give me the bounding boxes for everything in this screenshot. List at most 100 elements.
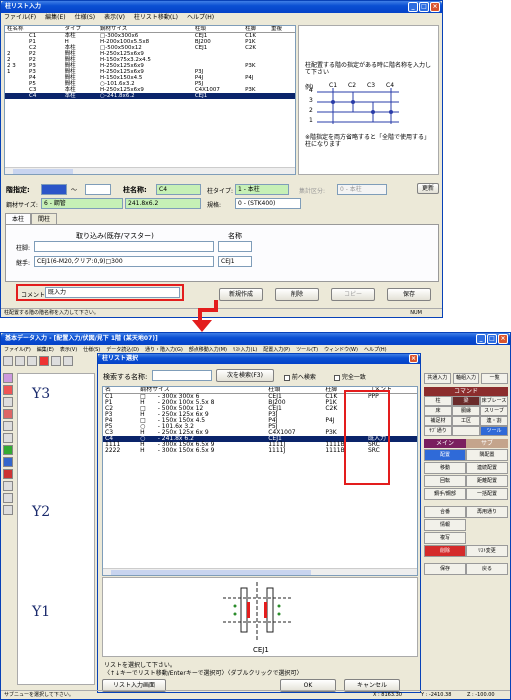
main-command[interactable]: 回転 xyxy=(424,475,466,487)
panel-button[interactable]: 軸組入力 xyxy=(452,373,480,384)
exact-match-checkbox[interactable]: 完全一致 xyxy=(334,372,366,381)
extra-command[interactable]: 削除 xyxy=(424,545,466,557)
column-marker: C3 xyxy=(367,82,376,89)
column-name-field[interactable]: C4 xyxy=(156,184,201,195)
table-row[interactable]: C4 本柱 ○-241.8x6.2 CEJ1 xyxy=(5,93,295,99)
command-button[interactable]: 補足材 xyxy=(424,416,452,426)
joint-select[interactable]: CEJ1(6-M20,クリア:0,9)□300 xyxy=(34,256,214,267)
tab[interactable]: 間柱 xyxy=(31,213,58,224)
extra-command[interactable]: 戻る xyxy=(466,563,508,575)
tool-icon[interactable] xyxy=(3,457,13,467)
right-command-panel: 共通入力 軸組入力 一覧 コマンド 柱梁床ブレース床胴縁 スリーブ補足材 工区 連・割 ｻﾌ… xyxy=(424,373,509,685)
extra-command[interactable]: 合番 xyxy=(424,506,466,518)
command-button[interactable]: 連・割 xyxy=(480,416,508,426)
tool-icon[interactable] xyxy=(3,505,13,515)
base-name-field[interactable] xyxy=(218,241,252,252)
tool-icon[interactable] xyxy=(3,409,13,419)
stop-icon[interactable] xyxy=(39,356,49,366)
drawing-canvas[interactable]: Y3 Y2 Y1 xyxy=(17,373,95,685)
menu-item[interactable]: 表示(V) xyxy=(104,13,125,23)
command-button[interactable]: 胴縁 xyxy=(452,406,480,416)
menu-item[interactable]: ファイル(F) xyxy=(4,13,36,23)
command-button[interactable]: スリーブ xyxy=(480,406,508,416)
base-label: 柱脚: xyxy=(16,245,31,252)
minimize-icon[interactable]: _ xyxy=(476,334,486,344)
find-next-button[interactable]: 次を検索(F3) xyxy=(216,369,274,382)
hscrollbar[interactable] xyxy=(5,167,295,174)
base-select[interactable] xyxy=(34,241,214,252)
menu-item[interactable]: 編集(E) xyxy=(45,13,65,23)
menu-item[interactable]: 柱リスト移動(L) xyxy=(134,13,178,23)
command-button[interactable]: 柱 xyxy=(424,396,452,406)
close-icon[interactable]: × xyxy=(409,354,418,363)
menu-item[interactable]: 編集(E) xyxy=(37,345,54,355)
command-header: コマンド xyxy=(424,387,508,396)
tool-icon[interactable] xyxy=(3,385,13,395)
sub-command[interactable]: 一括配置 xyxy=(466,488,508,500)
extra-command[interactable]: 再用通り xyxy=(466,506,508,518)
command-button[interactable]: 床ブレース xyxy=(480,396,508,406)
delete-button[interactable]: 削除 xyxy=(275,288,319,301)
close-icon[interactable]: × xyxy=(498,334,508,344)
menu-item[interactable]: ヘルプ(H) xyxy=(187,13,214,23)
close-icon[interactable]: × xyxy=(430,2,440,12)
grid-icon[interactable] xyxy=(51,356,61,366)
command-button[interactable]: 梁 xyxy=(452,396,480,406)
tool-icon[interactable] xyxy=(3,445,13,455)
panel-button[interactable]: 共通入力 xyxy=(424,373,451,384)
main-command[interactable]: 鋼手/鋼部 xyxy=(424,488,466,500)
extra-command[interactable]: ﾘｽﾄ変更 xyxy=(466,545,508,557)
search-prev-checkbox[interactable]: 前へ検索 xyxy=(284,372,316,381)
command-button[interactable]: 工区 xyxy=(452,416,480,426)
column-type-select[interactable]: 1 - 本柱 xyxy=(235,184,289,195)
maximize-icon[interactable]: □ xyxy=(487,334,497,344)
command-button[interactable] xyxy=(452,426,480,436)
command-button[interactable]: ツール xyxy=(480,426,508,436)
undo-icon[interactable] xyxy=(15,356,25,366)
sub-command[interactable]: 連続配置 xyxy=(466,462,508,474)
view-icon[interactable] xyxy=(63,356,73,366)
tool-icon[interactable] xyxy=(3,397,13,407)
update-button[interactable]: 更新 xyxy=(417,183,439,194)
sub-command[interactable]: 距離配置 xyxy=(466,475,508,487)
floor-from-select[interactable] xyxy=(41,184,67,195)
example-panel: 柱配置する階の指定がある時に階名称を入力して下さい 例) 4321 C1 C2 C3… xyxy=(298,25,439,175)
tool-icon[interactable] xyxy=(3,469,13,479)
bottom-status-bar: サブニューを選択して下さい。 X : 8163.30 Y : -2410.38 … xyxy=(1,690,510,699)
steel-type-select[interactable]: 6 - 鋼管 xyxy=(41,198,123,209)
extra-command[interactable]: 複写 xyxy=(424,532,466,544)
status-text: サブニューを選択して下さい。 xyxy=(4,692,74,698)
tool-icon[interactable] xyxy=(3,493,13,503)
menu-item[interactable]: 表示(V) xyxy=(60,345,77,355)
exact-match-label: 完全一致 xyxy=(341,374,366,381)
search-input[interactable] xyxy=(152,370,212,381)
save-button[interactable]: 保存 xyxy=(387,288,431,301)
column-list[interactable]: 柱名称 タイプ 鋼材サイズ 柱頭 柱脚 重複 C1 本柱 □-300x300x6 CEJ1 C1K P… xyxy=(4,25,296,175)
sub-command[interactable]: 隅配置 xyxy=(466,449,508,461)
extra-command[interactable]: 情報 xyxy=(424,519,466,531)
tab[interactable]: 本柱 xyxy=(5,213,32,224)
hscrollbar[interactable] xyxy=(103,568,417,575)
tool-icon[interactable] xyxy=(3,433,13,443)
save-icon[interactable] xyxy=(3,356,13,366)
command-button[interactable]: 床 xyxy=(424,406,452,416)
minimize-icon[interactable]: _ xyxy=(408,2,418,12)
main-command[interactable]: 移動 xyxy=(424,462,466,474)
menu-item[interactable]: ファイル(F) xyxy=(4,345,31,355)
main-command[interactable]: 配置 xyxy=(424,449,466,461)
panel-button[interactable]: 一覧 xyxy=(481,373,509,384)
tool-icon[interactable] xyxy=(3,481,13,491)
tool-icon[interactable] xyxy=(3,421,13,431)
joint-name-field[interactable]: CEJ1 xyxy=(218,256,252,267)
menu-item[interactable]: 仕様(S) xyxy=(75,13,96,23)
comment-field[interactable]: 既入力 xyxy=(45,287,180,298)
spec-select[interactable]: 0 - (STK400) xyxy=(235,198,301,209)
steel-size-select[interactable]: 241.8x6.2 xyxy=(125,198,201,209)
redo-icon[interactable] xyxy=(27,356,37,366)
tool-icon[interactable] xyxy=(3,373,13,383)
column-marker: C2 xyxy=(348,82,357,89)
extra-command[interactable]: 保存 xyxy=(424,563,466,575)
maximize-icon[interactable]: □ xyxy=(419,2,429,12)
floor-to-select[interactable] xyxy=(85,184,111,195)
command-button[interactable]: ｻﾌﾞ通り xyxy=(424,426,452,436)
